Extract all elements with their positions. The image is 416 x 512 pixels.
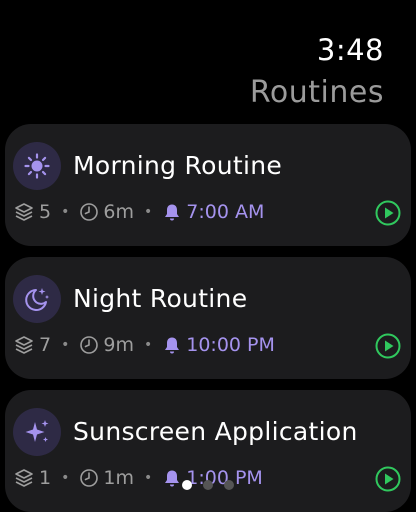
separator-dot: •	[143, 204, 153, 220]
bell-icon	[165, 204, 180, 221]
bell-icon	[165, 337, 180, 354]
play-button[interactable]	[375, 200, 401, 226]
routine-title: Night Routine	[73, 284, 248, 313]
alarm-time: 7:00 AM	[186, 201, 265, 223]
page-indicator[interactable]	[0, 480, 416, 490]
page-title: Routines	[249, 75, 384, 110]
routine-card-morning[interactable]: Morning Routine 5 • 6m • 7:00 AM	[5, 124, 411, 246]
duration: 6m	[103, 201, 134, 223]
routine-meta: 7 • 9m • 10:00 PM	[13, 333, 275, 357]
routine-title: Morning Routine	[73, 151, 283, 180]
step-count: 7	[39, 334, 52, 356]
routine-card-sunscreen[interactable]: Sunscreen Application 1 • 1m • 1:00 PM	[5, 390, 411, 512]
routine-meta: 5 • 6m • 7:00 AM	[13, 200, 264, 224]
clock-icon	[80, 203, 99, 221]
clock-icon	[80, 336, 99, 354]
sparkles-icon	[25, 420, 49, 442]
separator-dot: •	[143, 337, 153, 353]
routine-icon-container	[13, 275, 61, 323]
step-count: 5	[39, 201, 52, 223]
duration: 9m	[103, 334, 134, 356]
page-dot[interactable]	[182, 480, 192, 490]
sun-icon	[24, 153, 50, 179]
moon-stars-icon	[25, 288, 49, 311]
alarm-time: 10:00 PM	[186, 334, 275, 356]
layers-icon	[15, 336, 33, 354]
separator-dot: •	[61, 204, 70, 220]
separator-dot: •	[61, 337, 70, 353]
layers-icon	[15, 203, 33, 221]
page-dot[interactable]	[224, 480, 234, 490]
routine-icon-container	[13, 408, 61, 456]
routine-card-night[interactable]: Night Routine 7 • 9m • 10:00 PM	[5, 257, 411, 379]
routine-icon-container	[13, 142, 61, 190]
clock: 3:48	[316, 33, 384, 67]
routine-title: Sunscreen Application	[73, 417, 358, 446]
page-dot[interactable]	[203, 480, 213, 490]
play-button[interactable]	[375, 333, 401, 359]
